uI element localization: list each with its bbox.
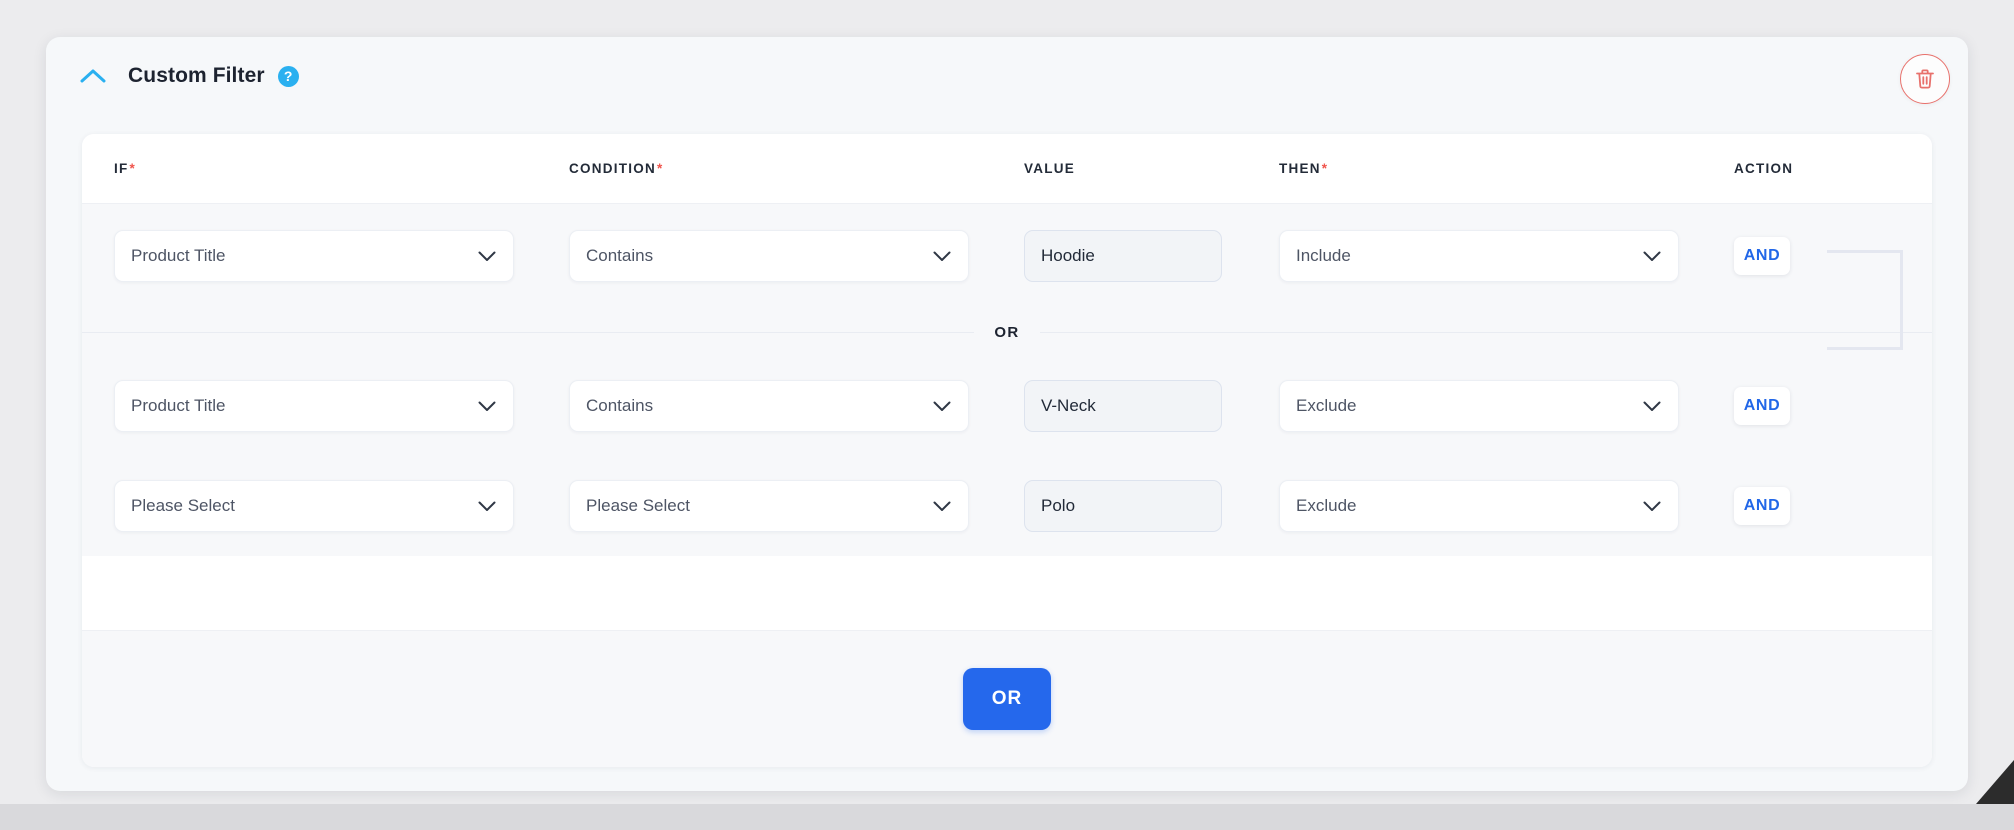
condition-select-value-row-1: Contains [586, 246, 654, 265]
chevron-down-icon [932, 246, 952, 266]
add-or-group-button[interactable]: OR [963, 668, 1051, 730]
chevron-down-icon [477, 396, 497, 416]
table-row: Please Select Please Select Polo Exclude… [82, 456, 1932, 556]
column-header-value: VALUE [1024, 161, 1279, 176]
filter-rows-container: Product Title Contains Hoodie Include AN… [82, 204, 1932, 556]
then-select-value-row-3: Exclude [1296, 496, 1357, 515]
chevron-up-icon[interactable] [72, 55, 114, 97]
if-select-value-row-3: Please Select [131, 496, 235, 515]
custom-filter-card: Custom Filter ? IF* CONDITION* VALUE THE… [46, 37, 1968, 791]
then-select-value-row-1: Include [1296, 246, 1351, 265]
delete-filter-button[interactable] [1900, 54, 1950, 104]
and-button-row-2[interactable]: AND [1734, 387, 1790, 425]
value-input-row-3[interactable] [1024, 480, 1222, 532]
chevron-down-icon [477, 496, 497, 516]
if-select-value-row-1: Product Title [131, 246, 226, 265]
column-header-condition: CONDITION* [569, 161, 1024, 176]
group-separator-label: OR [994, 323, 1020, 341]
then-select-row-3[interactable]: Exclude [1279, 480, 1679, 532]
column-header-value-label: VALUE [1024, 161, 1076, 176]
table-row: Product Title Contains [82, 204, 1932, 308]
trash-icon [1916, 69, 1934, 89]
column-header-condition-label: CONDITION [569, 161, 656, 176]
column-header-then: THEN* [1279, 161, 1734, 176]
question-circle-icon[interactable]: ? [277, 65, 299, 87]
if-select-row-3[interactable]: Please Select [114, 480, 514, 532]
table-header-row: IF* CONDITION* VALUE THEN* ACTION [82, 134, 1932, 204]
if-select-value-row-2: Product Title [131, 396, 226, 415]
divider-line-right [1039, 331, 1932, 333]
page-title: Custom Filter [128, 64, 265, 87]
and-button-row-3[interactable]: AND [1734, 487, 1790, 525]
then-select-row-2[interactable]: Exclude [1279, 380, 1679, 432]
required-marker: * [1321, 161, 1329, 176]
required-marker: * [129, 161, 137, 176]
corner-artifact [1976, 760, 2014, 804]
condition-select-row-3[interactable]: Please Select [569, 480, 969, 532]
card-header: Custom Filter ? [46, 37, 1968, 115]
column-header-action: ACTION [1734, 161, 1932, 176]
condition-select-value-row-2: Contains [586, 396, 654, 415]
column-header-if: IF* [114, 161, 569, 176]
column-header-then-label: THEN [1279, 161, 1321, 176]
column-header-if-label: IF [114, 161, 129, 176]
chevron-down-icon [477, 246, 497, 266]
then-select-row-1[interactable]: Include [1279, 230, 1679, 282]
condition-select-value-row-3: Please Select [586, 496, 690, 515]
bottom-scroll-gutter [0, 804, 2014, 830]
condition-select-row-1[interactable]: Contains [569, 230, 969, 282]
if-select-row-2[interactable]: Product Title [114, 380, 514, 432]
column-header-action-label: ACTION [1734, 161, 1794, 176]
group-separator-or: OR [82, 308, 1932, 356]
chevron-down-icon [1642, 496, 1662, 516]
table-row: Product Title Contains [82, 356, 1932, 456]
chevron-down-icon [932, 396, 952, 416]
page-root: Custom Filter ? IF* CONDITION* VALUE THE… [0, 0, 2014, 830]
filter-table: IF* CONDITION* VALUE THEN* ACTION Produc… [82, 134, 1932, 767]
table-footer: OR [82, 630, 1932, 767]
chevron-down-icon [932, 496, 952, 516]
condition-select-row-2[interactable]: Contains [569, 380, 969, 432]
if-select-row-1[interactable]: Product Title [114, 230, 514, 282]
required-marker: * [657, 161, 664, 176]
value-input-row-1[interactable] [1024, 230, 1222, 282]
then-select-value-row-2: Exclude [1296, 396, 1357, 415]
divider-line-left [82, 331, 975, 333]
chevron-down-icon [1642, 246, 1662, 266]
and-button-row-1[interactable]: AND [1734, 237, 1790, 275]
chevron-down-icon [1642, 396, 1662, 416]
value-input-row-2[interactable] [1024, 380, 1222, 432]
